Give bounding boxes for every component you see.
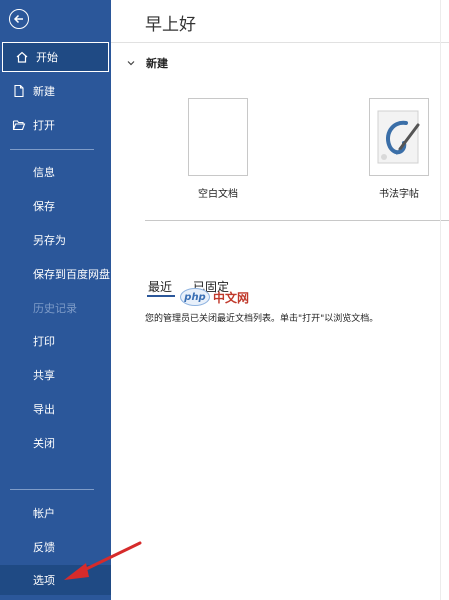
nav-close-label: 关闭 [33,437,55,450]
nav-share-label: 共享 [33,369,55,382]
nav-account-label: 帐户 [33,507,55,520]
nav-save-to-baidu-label: 保存到百度网盘 [33,268,110,281]
nav-account[interactable]: 帐户 [0,498,111,528]
tab-recent-underline [147,295,175,297]
template-blank-document[interactable] [188,98,248,176]
header-divider [111,42,449,43]
sidebar-divider [10,489,94,490]
tab-recent[interactable]: 最近 [148,278,172,295]
template-calligraphy[interactable] [369,98,429,176]
backstage-sidebar: 开始 新建 打开 信息 保存 另存为 保存到百度网盘 历史记录 打印 共享 导出… [0,0,111,600]
nav-save-as-label: 另存为 [33,234,66,247]
nav-info[interactable]: 信息 [0,157,111,187]
nav-save-to-baidu[interactable]: 保存到百度网盘 [0,259,111,289]
back-button[interactable] [9,9,29,29]
chevron-down-icon [127,61,135,66]
back-arrow-icon [13,14,23,24]
folder-open-icon [12,118,26,132]
nav-new-label: 新建 [33,85,55,98]
nav-info-label: 信息 [33,166,55,179]
nav-print[interactable]: 打印 [0,326,111,356]
recent-disabled-message: 您的管理员已关闭最近文档列表。单击"打开"以浏览文档。 [145,314,379,324]
nav-open-label: 打开 [33,119,55,132]
nav-print-label: 打印 [33,335,55,348]
watermark-text: 中文网 [213,290,250,305]
nav-close[interactable]: 关闭 [0,428,111,458]
calligraphy-brush-icon [377,110,420,164]
window-right-edge [440,0,449,600]
nav-export[interactable]: 导出 [0,394,111,424]
nav-save-label: 保存 [33,200,55,213]
watermark: php 中文网 [180,288,249,306]
template-calligraphy-label: 书法字帖 [379,189,419,200]
nav-save[interactable]: 保存 [0,191,111,221]
section-divider [145,220,449,221]
nav-feedback-label: 反馈 [33,541,55,554]
sidebar-divider [10,149,94,150]
template-blank-document-label: 空白文档 [198,189,238,200]
greeting-title: 早上好 [145,15,196,35]
nav-new[interactable]: 新建 [0,76,111,106]
new-document-icon [12,84,26,98]
home-icon [15,50,29,64]
nav-history-label: 历史记录 [33,302,77,315]
nav-options-label: 选项 [33,574,55,587]
new-section-header[interactable]: 新建 [126,55,168,71]
nav-home[interactable]: 开始 [2,42,109,72]
nav-home-label: 开始 [36,51,58,64]
nav-open[interactable]: 打开 [0,110,111,140]
nav-history: 历史记录 [0,293,111,323]
nav-save-as[interactable]: 另存为 [0,225,111,255]
nav-options[interactable]: 选项 [0,565,111,595]
nav-share[interactable]: 共享 [0,360,111,390]
watermark-logo: php [180,288,210,306]
nav-feedback[interactable]: 反馈 [0,532,111,562]
new-section-title: 新建 [146,57,168,70]
nav-export-label: 导出 [33,403,55,416]
